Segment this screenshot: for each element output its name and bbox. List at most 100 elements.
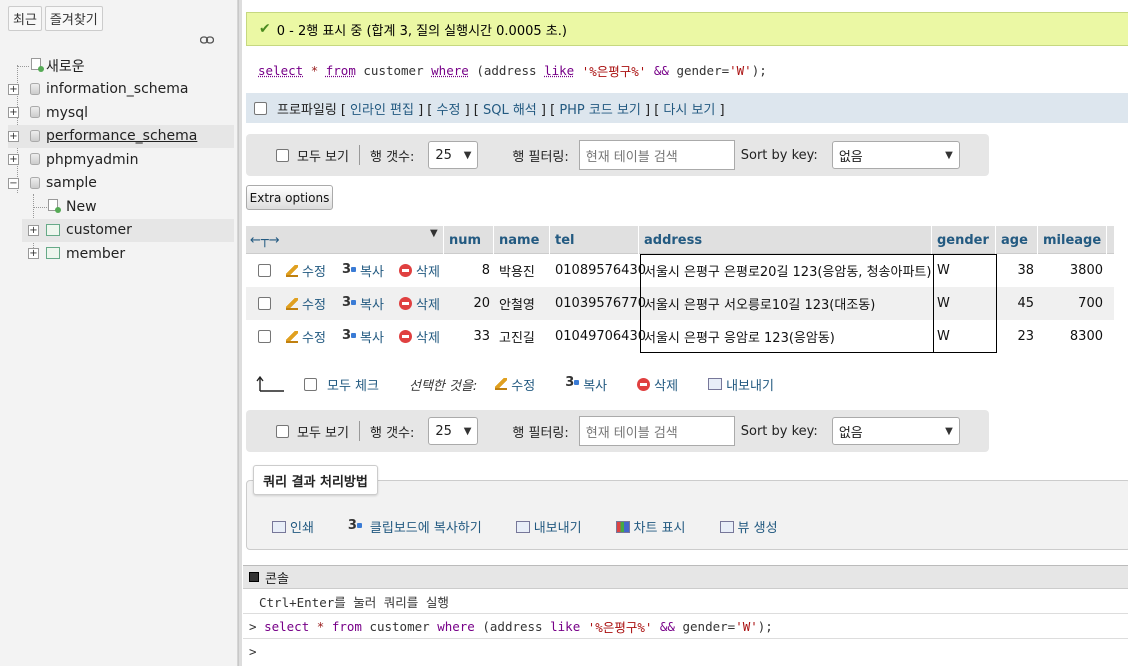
sort-triangle-icon[interactable]: ▼ [430,228,438,239]
cell-age[interactable]: 23 [997,320,1038,353]
row-copy-button[interactable]: 복사 [342,254,384,287]
cell-name[interactable]: 박용진 [499,254,535,287]
show-all-checkbox[interactable] [276,148,289,162]
row-filter-input[interactable]: 현재 테이블 검색 [578,140,735,170]
row-checkbox[interactable] [258,330,271,343]
tree-item-label[interactable]: New [66,199,97,215]
cell-name[interactable]: 고진길 [499,320,535,353]
column-resize-arrows[interactable]: ←┬→ ▼ [246,226,444,254]
tree-item-mysql[interactable]: + mysql [8,101,234,125]
row-edit-button[interactable]: 수정 [286,254,326,287]
bulk-edit-button[interactable]: 수정 [495,375,535,394]
refresh-link[interactable]: 다시 보기 [663,103,715,118]
cell-gender[interactable]: W [937,320,950,353]
tab-favorites[interactable]: 즐겨찾기 [44,6,103,31]
row-delete-button[interactable]: 삭제 [399,287,440,320]
rows-count-select[interactable]: 25 ▼ [428,141,479,169]
cell-address[interactable]: 서울시 은평구 은평로20길 123(응암동, 청송아파트) [644,254,931,287]
left-right-arrows-icon[interactable]: ←┬→ [250,233,280,248]
tree-item-customer[interactable]: + customer [22,218,234,242]
edit-query-link[interactable]: 수정 [437,103,461,118]
explain-sql-link[interactable]: SQL 해석 [483,103,537,118]
export-link[interactable]: 내보내기 [515,517,582,536]
copy-to-clipboard-link[interactable]: 클립보드에 복사하기 [348,517,482,537]
bulk-export-button[interactable]: 내보내기 [708,375,774,394]
tree-item-member[interactable]: + member [22,242,234,266]
extra-options-button[interactable]: Extra options [246,185,333,210]
expand-plus-icon[interactable]: + [8,107,19,118]
cell-mileage[interactable]: 8300 [1039,320,1107,353]
display-chart-link[interactable]: 차트 표시 [615,517,686,536]
link-icon[interactable] [200,36,214,44]
row-delete-button[interactable]: 삭제 [399,320,440,353]
rows-count-select[interactable]: 25 ▼ [428,417,479,445]
sort-by-key-select[interactable]: 없음 ▼ [831,141,960,169]
console-history-line[interactable]: > select * from customer where (address … [243,614,1128,639]
sql-keyword[interactable]: like [544,63,574,78]
row-checkbox[interactable] [258,297,271,310]
row-delete-button[interactable]: 삭제 [399,254,440,287]
cell-mileage[interactable]: 3800 [1039,254,1107,287]
expand-plus-icon[interactable]: + [8,130,19,142]
collapse-minus-icon[interactable]: − [8,177,19,189]
tree-item-label[interactable]: phpmyadmin [46,152,138,168]
console-input[interactable]: > [243,639,1128,664]
tree-item-phpmyadmin[interactable]: + phpmyadmin [8,148,234,172]
sql-keyword[interactable]: from [326,63,356,78]
profiling-checkbox[interactable] [254,101,267,115]
row-copy-button[interactable]: 복사 [342,320,384,353]
create-view-link[interactable]: 뷰 생성 [719,517,778,536]
sort-by-key-select[interactable]: 없음 ▼ [831,417,960,445]
tree-item-sample[interactable]: − sample [8,172,234,196]
inline-edit-link[interactable]: 인라인 편집 [350,103,414,118]
expand-plus-icon[interactable]: + [28,224,39,236]
column-header-num[interactable]: num [445,226,494,254]
column-header-tel[interactable]: tel [551,226,639,254]
cell-num[interactable]: 8 [445,254,494,287]
bulk-delete-button[interactable]: 삭제 [637,375,678,394]
expand-plus-icon[interactable]: + [8,83,19,95]
sidebar-resize-handle[interactable] [238,0,242,666]
cell-tel[interactable]: 01039576770 [555,287,646,320]
tree-item-information-schema[interactable]: + information_schema [8,78,234,102]
cell-gender[interactable]: W [937,254,950,287]
row-checkbox[interactable] [258,264,271,277]
cell-address[interactable]: 서울시 은평구 응암로 123(응암동) [644,320,835,353]
tree-item-label[interactable]: member [66,246,125,262]
sql-keyword[interactable]: select [258,63,303,78]
row-edit-button[interactable]: 수정 [286,320,326,353]
cell-age[interactable]: 38 [997,254,1038,287]
tree-item-performance-schema[interactable]: + performance_schema [8,124,234,148]
print-link[interactable]: 인쇄 [272,517,314,536]
row-filter-input[interactable]: 현재 테이블 검색 [578,416,735,446]
expand-plus-icon[interactable]: + [8,154,19,165]
tree-item-label[interactable]: performance_schema [46,128,197,144]
tree-item-label[interactable]: sample [46,175,97,191]
bulk-copy-button[interactable]: 복사 [565,375,607,394]
tree-item-new[interactable]: 새로운 [8,54,234,78]
expand-plus-icon[interactable]: + [28,248,39,259]
php-code-link[interactable]: PHP 코드 보기 [559,103,641,118]
column-header-name[interactable]: name [495,226,550,254]
cell-address[interactable]: 서울시 은평구 서오릉로10길 123(대조동) [644,287,875,320]
check-all-checkbox[interactable] [304,377,317,391]
cell-name[interactable]: 안철영 [499,287,535,320]
column-header-age[interactable]: age [997,226,1038,254]
tree-item-label[interactable]: information_schema [46,81,189,97]
tab-recent[interactable]: 최근 [8,6,42,31]
cell-num[interactable]: 20 [445,287,494,320]
sql-keyword[interactable]: where [431,63,469,78]
console-toggle-bar[interactable]: 콘솔 [243,566,1128,589]
show-all-checkbox[interactable] [276,424,289,438]
tree-item-label[interactable]: 새로운 [46,56,85,76]
cell-tel[interactable]: 01089576430 [555,254,646,287]
tree-item-label[interactable]: mysql [46,105,88,121]
column-header-address[interactable]: address [640,226,932,254]
column-header-gender[interactable]: gender [933,226,996,254]
column-header-mileage[interactable]: mileage [1039,226,1107,254]
cell-mileage[interactable]: 700 [1039,287,1107,320]
cell-num[interactable]: 33 [445,320,494,353]
check-all-link[interactable]: 모두 체크 [327,375,379,394]
row-edit-button[interactable]: 수정 [286,287,326,320]
tree-item-new-table[interactable]: New [8,195,234,219]
